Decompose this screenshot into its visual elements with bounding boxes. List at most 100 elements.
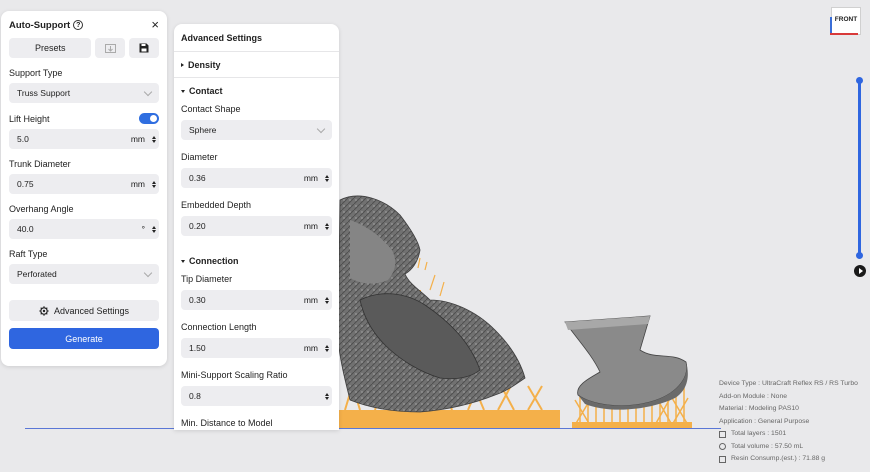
overhang-angle-stepper[interactable] [149,225,159,233]
trunk-diameter-unit: mm [130,179,145,189]
diameter-unit: mm [303,173,318,183]
increment-icon[interactable] [325,174,329,178]
connection-length-stepper[interactable] [322,344,332,352]
contact-section-header[interactable]: Contact [174,78,339,104]
decrement-icon[interactable] [325,396,329,400]
embedded-depth-stepper[interactable] [322,222,332,230]
help-icon[interactable]: ? [73,20,84,30]
decrement-icon[interactable] [325,178,329,182]
density-label: Density [188,59,221,70]
overhang-angle-input[interactable]: 40.0 ° [9,219,159,239]
contact-shape-select[interactable]: Sphere [181,120,332,140]
advanced-settings-button[interactable]: Advanced Settings [9,300,159,321]
lift-height-unit: mm [130,134,145,144]
increment-icon[interactable] [325,344,329,348]
layer-slider-track[interactable] [858,80,861,256]
device-info-block: Device Type : UltraCraft Reflex RS / RS … [719,378,869,466]
density-section-header[interactable]: Density [174,52,339,78]
increment-icon[interactable] [325,296,329,300]
layer-slider-bottom-handle[interactable] [856,252,863,259]
embedded-depth-label: Embedded Depth [181,200,252,210]
support-type-select[interactable]: Truss Support [9,83,159,103]
chevron-down-icon [316,124,326,133]
increment-icon[interactable] [152,135,156,139]
increment-icon[interactable] [152,225,156,229]
embedded-depth-input[interactable]: 0.20 mm [181,216,332,236]
mini-support-input[interactable]: 0.8 [181,386,332,406]
connection-length-unit: mm [303,343,318,353]
play-layers-button[interactable] [854,265,866,277]
presets-row: Presets [9,38,160,58]
decrement-icon[interactable] [325,300,329,304]
increment-icon[interactable] [325,392,329,396]
application-text: Application : General Purpose [719,417,810,425]
layers-icon [719,430,726,438]
diameter-input[interactable]: 0.36 mm [181,168,332,188]
overhang-angle-label: Overhang Angle [9,204,74,214]
support-type-label: Support Type [9,68,63,78]
lift-height-label: Lift Height [9,113,50,124]
caret-right-icon [181,62,184,67]
build-plate-line [25,428,721,429]
decrement-icon[interactable] [325,226,329,230]
mini-support-stepper[interactable] [322,392,332,400]
import-icon [104,43,116,53]
tip-diameter-unit: mm [303,295,318,305]
tip-diameter-label: Tip Diameter [181,274,233,284]
panel-title-text: Auto-Support [9,19,71,31]
volume-icon [719,443,726,451]
diameter-label: Diameter [181,152,218,162]
view-cube[interactable]: FRONT [831,7,861,35]
raft-type-select[interactable]: Perforated [9,264,159,284]
lift-height-stepper[interactable] [149,135,159,143]
generate-button[interactable]: Generate [9,328,159,349]
material-text: Material : Modeling PAS10 [719,405,799,412]
connection-length-value: 1.50 [189,343,206,353]
connection-section-header[interactable]: Connection [174,248,339,274]
addon-module-text: Add-on Module : None [719,392,788,400]
trunk-diameter-stepper[interactable] [149,180,159,188]
resin-bottle-icon [719,455,726,463]
raft-type-label: Raft Type [9,249,48,259]
save-preset-button[interactable] [129,38,160,58]
chevron-down-icon [143,87,153,96]
auto-support-panel: Auto-Support ? × Presets Support Type Tr… [1,11,167,366]
save-icon [139,43,149,53]
bust-model[interactable] [337,195,526,413]
chevron-down-icon [143,268,153,277]
decrement-icon[interactable] [152,229,156,233]
close-icon[interactable]: × [151,18,159,31]
increment-icon[interactable] [325,222,329,226]
advanced-settings-label: Advanced Settings [53,305,130,316]
diameter-stepper[interactable] [322,174,332,182]
contact-section-body: Contact Shape Sphere Diameter 0.36 mm Em… [174,104,339,236]
view-cube-face-label: FRONT [834,16,858,23]
device-type-text: Device Type : UltraCraft Reflex RS / RS … [719,380,858,387]
decrement-icon[interactable] [325,348,329,352]
min-distance-label: Min. Distance to Model [181,418,273,428]
connection-length-input[interactable]: 1.50 mm [181,338,332,358]
presets-button[interactable]: Presets [9,38,92,58]
tip-diameter-value: 0.30 [189,295,206,305]
panel-title: Auto-Support ? [9,19,84,31]
lift-height-toggle[interactable] [139,113,159,124]
diameter-value: 0.36 [189,173,206,183]
lift-height-value: 5.0 [17,134,29,144]
tip-diameter-stepper[interactable] [322,296,332,304]
trunk-diameter-value: 0.75 [17,179,34,189]
pedestal-model[interactable] [564,315,692,428]
advanced-settings-title: Advanced Settings [174,24,339,52]
import-preset-button[interactable] [95,38,126,58]
tip-diameter-input[interactable]: 0.30 mm [181,290,332,310]
layer-slider-top-handle[interactable] [856,77,863,84]
contact-shape-label: Contact Shape [181,104,241,114]
total-layers-text: Total layers : 1501 [731,430,787,437]
advanced-settings-panel[interactable]: Advanced Settings Density Contact Contac… [174,24,339,430]
decrement-icon[interactable] [152,184,156,188]
trunk-diameter-input[interactable]: 0.75 mm [9,174,159,194]
view-cube-axis-red [830,33,858,35]
lift-height-input[interactable]: 5.0 mm [9,129,159,149]
decrement-icon[interactable] [152,139,156,143]
support-type-value: Truss Support [17,88,71,98]
increment-icon[interactable] [152,180,156,184]
